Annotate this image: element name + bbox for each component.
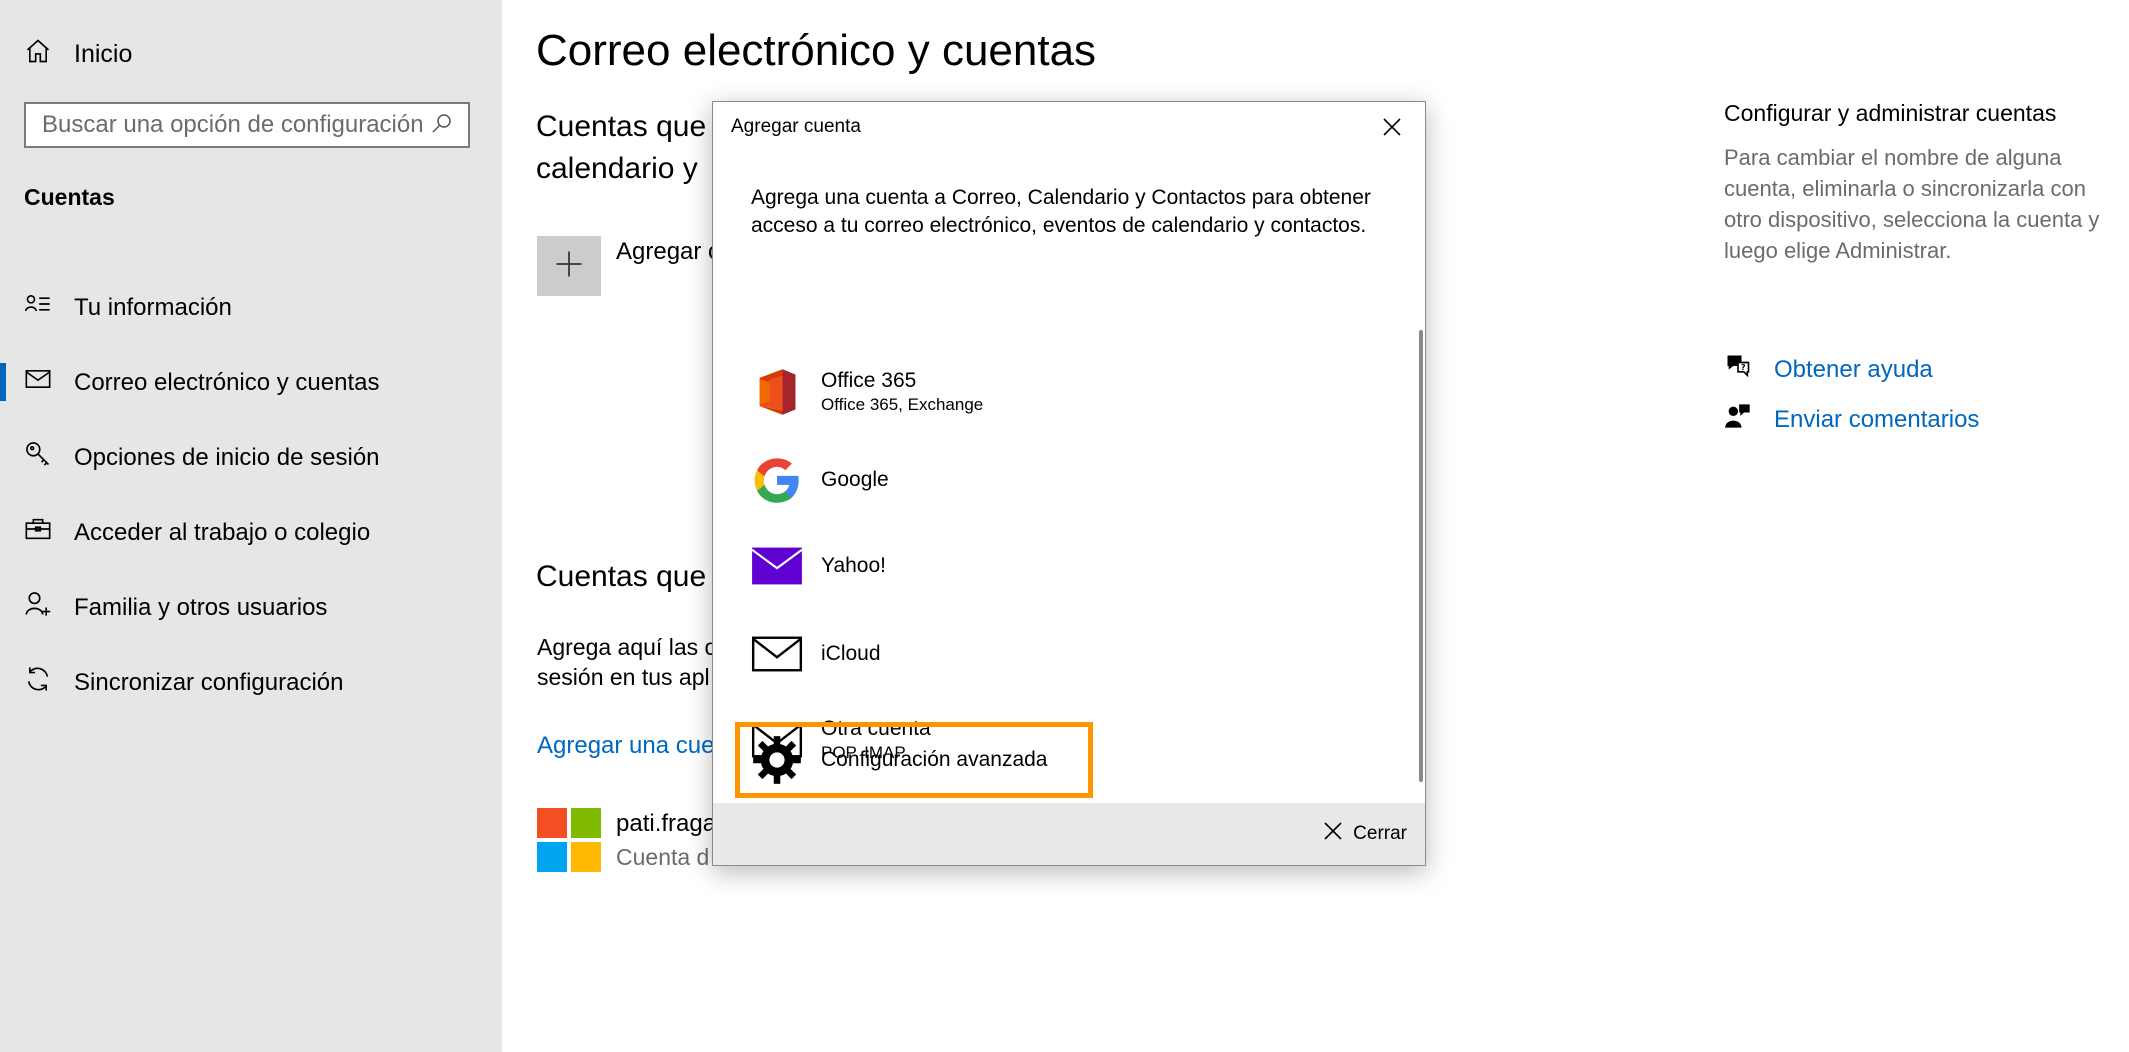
provider-yahoo[interactable]: Yahoo! <box>751 528 1371 604</box>
key-icon <box>24 440 52 475</box>
page-title: Correo electrónico y cuentas <box>536 26 1097 75</box>
sidebar-item-label: Tu información <box>74 293 232 321</box>
sync-icon <box>24 665 52 700</box>
add-person-icon <box>24 590 52 625</box>
send-feedback-link[interactable]: Enviar comentarios <box>1724 402 1979 437</box>
sidebar-item-familia[interactable]: Familia y otros usuarios <box>0 570 502 645</box>
mail-icon <box>24 365 52 400</box>
add-account-link[interactable]: Agregar una cue <box>537 732 714 760</box>
related-settings-description: Para cambiar el nombre de alguna cuenta,… <box>1724 145 2100 263</box>
provider-name: Configuración avanzada <box>821 748 1048 771</box>
sidebar-item-trabajo-colegio[interactable]: Acceder al trabajo o colegio <box>0 495 502 570</box>
add-account-label[interactable]: Agregar c <box>616 238 720 266</box>
provider-name: Google <box>821 468 889 491</box>
feedback-icon <box>1724 402 1752 437</box>
sidebar: Inicio Cuentas Tu información Correo ele… <box>0 0 502 1052</box>
mail-outline-icon <box>751 628 803 680</box>
person-card-icon <box>24 290 52 325</box>
settings-search-box[interactable] <box>24 102 470 148</box>
home-link[interactable]: Inicio <box>24 38 132 70</box>
provider-name: Office 365 <box>821 369 917 392</box>
dialog-description: Agrega una cuenta a Correo, Calendario y… <box>751 186 1371 237</box>
provider-text: Yahoo! <box>821 553 886 579</box>
provider-google[interactable]: Google <box>751 442 1371 518</box>
google-icon <box>751 454 803 506</box>
sidebar-item-label: Correo electrónico y cuentas <box>74 368 380 396</box>
sidebar-item-label: Familia y otros usuarios <box>74 593 328 621</box>
account-type: Cuenta d <box>616 844 710 870</box>
get-help-link[interactable]: ? Obtener ayuda <box>1724 352 1933 387</box>
account-email[interactable]: pati.fraga <box>616 810 716 838</box>
provider-text: Office 365 Office 365, Exchange <box>821 368 983 416</box>
search-icon[interactable] <box>430 111 454 140</box>
help-chat-icon: ? <box>1724 352 1752 387</box>
provider-subtitle: Office 365, Exchange <box>821 395 984 414</box>
provider-icloud[interactable]: iCloud <box>751 616 1371 692</box>
section-label: Cuentas <box>24 184 115 210</box>
sidebar-item-inicio-sesion[interactable]: Opciones de inicio de sesión <box>0 420 502 495</box>
sidebar-item-correo[interactable]: Correo electrónico y cuentas <box>0 345 502 420</box>
other-accounts-heading: Cuentas que <box>536 560 707 593</box>
provider-advanced-setup[interactable]: Configuración avanzada <box>735 722 1093 798</box>
briefcase-icon <box>24 515 52 550</box>
yahoo-icon <box>751 540 803 592</box>
home-label: Inicio <box>74 39 133 68</box>
sidebar-nav: Tu información Correo electrónico y cuen… <box>0 270 502 720</box>
provider-name: iCloud <box>821 642 881 665</box>
svg-text:?: ? <box>1741 362 1746 372</box>
office365-icon <box>751 366 803 418</box>
provider-text: iCloud <box>821 641 881 667</box>
close-icon <box>1323 821 1343 847</box>
microsoft-logo-icon <box>537 808 601 872</box>
provider-text: Configuración avanzada <box>821 747 1048 773</box>
search-input[interactable] <box>42 111 430 139</box>
get-help-label: Obtener ayuda <box>1774 355 1933 383</box>
sidebar-item-tu-informacion[interactable]: Tu información <box>0 270 502 345</box>
provider-name: Yahoo! <box>821 554 886 577</box>
add-account-dialog: Agregar cuenta Agrega una cuenta a Corre… <box>712 101 1426 866</box>
close-button[interactable]: Cerrar <box>1323 821 1407 847</box>
home-icon <box>24 37 52 72</box>
add-account-button[interactable] <box>537 236 601 296</box>
sidebar-item-label: Acceder al trabajo o colegio <box>74 518 371 546</box>
sidebar-item-label: Opciones de inicio de sesión <box>74 443 380 471</box>
plus-icon <box>554 249 584 284</box>
close-button-label: Cerrar <box>1353 823 1407 844</box>
provider-office365[interactable]: Office 365 Office 365, Exchange <box>751 354 1371 430</box>
send-feedback-label: Enviar comentarios <box>1774 405 1980 433</box>
dialog-scrollbar[interactable] <box>1419 330 1423 782</box>
close-icon <box>1382 117 1402 142</box>
provider-text: Google <box>821 467 889 493</box>
dialog-footer: Cerrar <box>713 803 1425 865</box>
related-settings-title: Configurar y administrar cuentas <box>1724 100 2057 126</box>
dialog-title: Agregar cuenta <box>731 116 861 137</box>
sidebar-item-sincronizar[interactable]: Sincronizar configuración <box>0 645 502 720</box>
gear-icon <box>751 734 803 786</box>
sidebar-item-label: Sincronizar configuración <box>74 668 344 696</box>
dialog-close-button[interactable] <box>1377 114 1407 144</box>
